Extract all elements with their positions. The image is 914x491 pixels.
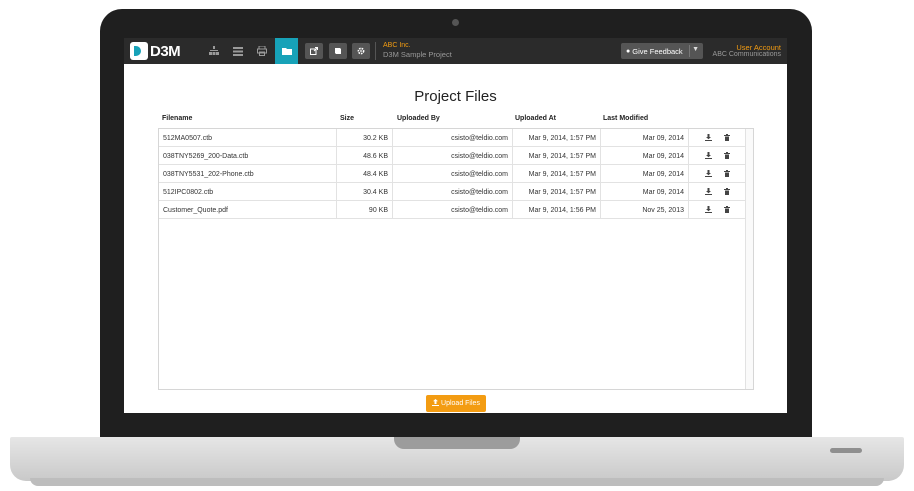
uploaded-at-cell: Mar 9, 2014, 1:57 PM (513, 147, 601, 165)
filename-cell: 512IPC0802.ctb (159, 183, 337, 201)
uploaded-by-cell: csisto@teldio.com (393, 183, 513, 201)
size-cell: 48.4 KB (337, 165, 393, 183)
table-row[interactable]: 038TNY5269_200-Data.ctb 48.6 KB csisto@t… (159, 147, 746, 165)
files-table: 512MA0507.ctb 30.2 KB csisto@teldio.com … (158, 128, 754, 390)
sitemap-icon[interactable] (203, 38, 225, 64)
gear-icon[interactable] (352, 43, 370, 59)
book-icon[interactable] (329, 43, 347, 59)
logo-mark-icon (130, 42, 148, 60)
folder-icon[interactable] (275, 38, 298, 64)
app-logo[interactable]: D3M (130, 42, 181, 60)
table-row[interactable]: 512IPC0802.ctb 30.4 KB csisto@teldio.com… (159, 183, 746, 201)
logo-text: D3M (150, 42, 181, 60)
app-screen: D3M ABC Inc. D3M Sample Project ● Give F… (124, 38, 787, 413)
project-name: D3M Sample Project (383, 50, 452, 59)
upload-icon (432, 399, 440, 408)
uploaded-at-cell: Mar 9, 2014, 1:57 PM (513, 165, 601, 183)
column-header-size[interactable]: Size (340, 115, 354, 122)
download-icon[interactable] (705, 205, 712, 215)
table-row[interactable]: Customer_Quote.pdf 90 KB csisto@teldio.c… (159, 201, 746, 219)
uploaded-by-cell: csisto@teldio.com (393, 165, 513, 183)
row-actions (689, 129, 746, 147)
laptop-indicator (830, 448, 862, 453)
organization-link[interactable]: ABC Inc. (383, 42, 411, 49)
uploaded-by-cell: csisto@teldio.com (393, 147, 513, 165)
export-icon[interactable] (305, 43, 323, 59)
list-icon[interactable] (227, 38, 249, 64)
last-modified-cell: Mar 09, 2014 (601, 147, 689, 165)
row-actions (689, 201, 746, 219)
upload-files-label: Upload Files (441, 400, 480, 407)
laptop-base-edge (30, 478, 884, 486)
webcam (452, 19, 459, 26)
last-modified-cell: Nov 25, 2013 (601, 201, 689, 219)
uploaded-by-cell: csisto@teldio.com (393, 129, 513, 147)
download-icon[interactable] (705, 169, 712, 179)
size-cell: 30.2 KB (337, 129, 393, 147)
row-actions (689, 165, 746, 183)
size-cell: 30.4 KB (337, 183, 393, 201)
trash-icon[interactable] (724, 133, 730, 143)
account-name: ABC Communications (712, 51, 781, 58)
row-actions (689, 183, 746, 201)
download-icon[interactable] (705, 187, 712, 197)
download-icon[interactable] (705, 133, 712, 143)
caret-down-icon[interactable]: ▼ (692, 46, 699, 53)
column-header-uploaded-by[interactable]: Uploaded By (397, 115, 440, 122)
print-icon[interactable] (251, 38, 273, 64)
page-title: Project Files (414, 88, 497, 105)
last-modified-cell: Mar 09, 2014 (601, 129, 689, 147)
button-separator (689, 45, 690, 57)
uploaded-at-cell: Mar 9, 2014, 1:57 PM (513, 183, 601, 201)
filename-cell: 038TNY5531_202-Phone.ctb (159, 165, 337, 183)
give-feedback-button[interactable]: ● Give Feedback ▼ (621, 43, 703, 59)
last-modified-cell: Mar 09, 2014 (601, 165, 689, 183)
size-cell: 90 KB (337, 201, 393, 219)
nav-divider (375, 42, 376, 60)
uploaded-by-cell: csisto@teldio.com (393, 201, 513, 219)
column-header-uploaded-at[interactable]: Uploaded At (515, 115, 556, 122)
row-actions (689, 147, 746, 165)
trash-icon[interactable] (724, 187, 730, 197)
top-nav: D3M ABC Inc. D3M Sample Project ● Give F… (124, 38, 787, 64)
filename-cell: 038TNY5269_200-Data.ctb (159, 147, 337, 165)
size-cell: 48.6 KB (337, 147, 393, 165)
column-header-last-modified[interactable]: Last Modified (603, 115, 648, 122)
filename-cell: Customer_Quote.pdf (159, 201, 337, 219)
give-feedback-label: Give Feedback (632, 46, 683, 56)
upload-files-button[interactable]: Upload Files (426, 395, 486, 412)
laptop-notch (394, 437, 520, 449)
table-row[interactable]: 038TNY5531_202-Phone.ctb 48.4 KB csisto@… (159, 165, 746, 183)
last-modified-cell: Mar 09, 2014 (601, 183, 689, 201)
table-row[interactable]: 512MA0507.ctb 30.2 KB csisto@teldio.com … (159, 129, 746, 147)
download-icon[interactable] (705, 151, 712, 161)
comment-icon: ● (626, 47, 631, 55)
uploaded-at-cell: Mar 9, 2014, 1:57 PM (513, 129, 601, 147)
trash-icon[interactable] (724, 151, 730, 161)
trash-icon[interactable] (724, 205, 730, 215)
trash-icon[interactable] (724, 169, 730, 179)
column-header-filename[interactable]: Filename (162, 115, 192, 122)
table-scrollbar[interactable] (745, 129, 753, 389)
uploaded-at-cell: Mar 9, 2014, 1:56 PM (513, 201, 601, 219)
laptop-mockup: D3M ABC Inc. D3M Sample Project ● Give F… (0, 0, 914, 491)
filename-cell: 512MA0507.ctb (159, 129, 337, 147)
